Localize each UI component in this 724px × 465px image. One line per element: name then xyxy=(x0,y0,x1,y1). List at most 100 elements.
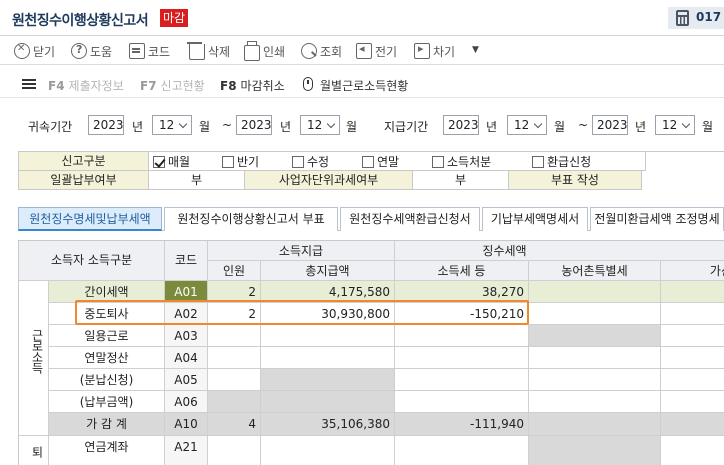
year-unit: 년 xyxy=(132,120,144,134)
row-tax[interactable] xyxy=(395,347,529,369)
pay-from-year[interactable]: 2023 xyxy=(443,115,479,135)
f4-submitter-info[interactable]: F4 제출자정보 xyxy=(48,77,124,94)
row-extra[interactable] xyxy=(661,303,724,325)
lump-sum-value[interactable]: 부 xyxy=(149,171,245,190)
tilde: ~ xyxy=(222,118,233,132)
row-persons[interactable] xyxy=(208,436,261,465)
row-total[interactable] xyxy=(261,325,395,347)
toolbar: 닫기 도움 코드 삭제 인쇄 조회 전기 차기 ▼ xyxy=(0,37,724,65)
option-monthly[interactable]: 매월 xyxy=(153,153,190,171)
checkbox-icon xyxy=(153,156,165,168)
row-code[interactable]: A06 xyxy=(165,391,208,413)
option-half[interactable]: 반기 xyxy=(222,153,259,171)
trash-icon xyxy=(187,42,205,60)
pay-to-year[interactable]: 2023 xyxy=(592,115,628,135)
row-tax[interactable] xyxy=(395,369,529,391)
row-total: 35,106,380 xyxy=(261,413,395,436)
tab-refund-request[interactable]: 원천징수세액환급신청서 xyxy=(340,207,480,231)
row-code: A10 xyxy=(165,413,208,436)
row-persons[interactable] xyxy=(208,369,261,391)
belong-to-month[interactable]: 12 xyxy=(300,115,340,135)
option-refund[interactable]: 환급신청 xyxy=(532,153,591,171)
row-code[interactable]: A04 xyxy=(165,347,208,369)
help-button[interactable]: 도움 xyxy=(71,41,112,61)
row-persons[interactable] xyxy=(208,325,261,347)
row-rural[interactable] xyxy=(529,369,661,391)
row-tax[interactable] xyxy=(395,391,529,413)
row-total[interactable] xyxy=(261,436,395,465)
row-total xyxy=(261,391,395,413)
row-extra[interactable] xyxy=(661,281,724,303)
tab-withholding-detail[interactable]: 원천징수명세및납부세액 xyxy=(18,207,162,231)
row-persons xyxy=(208,391,261,413)
row-total[interactable]: 4,175,580 xyxy=(261,281,395,303)
row-rural[interactable] xyxy=(529,391,661,413)
window-title: 원천징수이행상황신고서 xyxy=(12,13,149,29)
row-extra[interactable] xyxy=(661,369,724,391)
monthly-income-status[interactable]: 월별근로소득현황 xyxy=(320,77,408,94)
row-name: 간이세액 xyxy=(49,281,165,303)
row-total[interactable]: 30,930,800 xyxy=(261,303,395,325)
top-right-panel[interactable]: 017 xyxy=(668,7,724,29)
row-persons[interactable]: 2 xyxy=(208,281,261,303)
help-label: 도움 xyxy=(90,44,113,59)
row-code[interactable]: A21 xyxy=(165,436,208,465)
row-code[interactable]: A03 xyxy=(165,325,208,347)
pay-from-month[interactable]: 12 xyxy=(507,115,547,135)
option-disposal[interactable]: 소득처분 xyxy=(432,153,491,171)
row-rural[interactable] xyxy=(529,303,661,325)
row-persons[interactable]: 2 xyxy=(208,303,261,325)
row-total xyxy=(261,369,395,391)
belong-to-year[interactable]: 2023 xyxy=(236,115,272,135)
row-extra[interactable] xyxy=(661,347,724,369)
row-tax[interactable] xyxy=(395,325,529,347)
option-amend[interactable]: 수정 xyxy=(292,153,329,171)
help-icon xyxy=(71,43,87,59)
calculator-icon[interactable] xyxy=(676,10,689,26)
row-extra[interactable] xyxy=(661,436,724,465)
next-button[interactable]: 차기 xyxy=(414,41,455,61)
prev-button[interactable]: 전기 xyxy=(356,41,397,61)
pay-to-month[interactable]: 12 xyxy=(655,115,695,135)
row-tax[interactable]: 38,270 xyxy=(395,281,529,303)
prev-icon xyxy=(356,42,372,59)
row-name: (분납신청) xyxy=(49,369,165,391)
belong-from-month[interactable]: 12 xyxy=(152,115,192,135)
tab-prepaid-tax[interactable]: 기납부세액명세서 xyxy=(482,207,588,231)
tab-report-appendix[interactable]: 원천징수이행상황신고서 부표 xyxy=(164,207,338,231)
row-total[interactable] xyxy=(261,347,395,369)
row-tax[interactable] xyxy=(395,436,529,465)
row-rural[interactable] xyxy=(529,347,661,369)
row-extra[interactable] xyxy=(661,391,724,413)
row-extra[interactable] xyxy=(661,325,724,347)
unit-taxation-value[interactable]: 부 xyxy=(413,171,509,190)
code-button[interactable]: 코드 xyxy=(129,41,170,61)
tab-prior-refund[interactable]: 전월미환급세액 조정명세 xyxy=(590,207,724,231)
row-code[interactable]: A02 xyxy=(165,303,208,325)
header-pay-group: 소득지급 xyxy=(208,241,395,261)
print-button[interactable]: 인쇄 xyxy=(244,41,285,61)
row-tax[interactable]: -150,210 xyxy=(395,303,529,325)
code-icon xyxy=(129,43,145,59)
group-retirement: 퇴 xyxy=(19,436,49,465)
close-button[interactable]: 닫기 xyxy=(14,41,55,61)
appendix-button[interactable]: 부표 작성 xyxy=(509,171,642,190)
row-rural[interactable] xyxy=(529,281,661,303)
next-label: 차기 xyxy=(433,44,456,59)
option-yearend[interactable]: 연말 xyxy=(362,153,399,171)
withholding-grid: 소득자 소득구분 코드 소득지급 인원 총지급액 징수세액 소득세 등 농어촌특… xyxy=(18,240,724,465)
row-persons[interactable] xyxy=(208,347,261,369)
report-type-options: 매월 반기 수정 연말 소득처분 환급신청 xyxy=(149,152,646,171)
row-code[interactable]: A01 xyxy=(165,281,208,303)
report-options: 신고구분 매월 반기 수정 연말 소득처분 환급신청 일괄납부여부 부 사업자단… xyxy=(18,151,724,190)
f7-report-status[interactable]: F7 신고현황 xyxy=(140,77,205,94)
row-code[interactable]: A05 xyxy=(165,369,208,391)
checkbox-icon xyxy=(292,156,304,168)
search-button[interactable]: 조회 xyxy=(301,41,342,61)
f8-cancel-closing[interactable]: F8 마감취소 xyxy=(220,77,285,94)
more-caret-icon[interactable]: ▼ xyxy=(472,45,479,55)
header-income-tax: 소득세 등 xyxy=(395,261,529,281)
belong-from-year[interactable]: 2023 xyxy=(88,115,124,135)
menu-icon[interactable] xyxy=(22,79,36,81)
delete-button[interactable]: 삭제 xyxy=(187,41,230,61)
